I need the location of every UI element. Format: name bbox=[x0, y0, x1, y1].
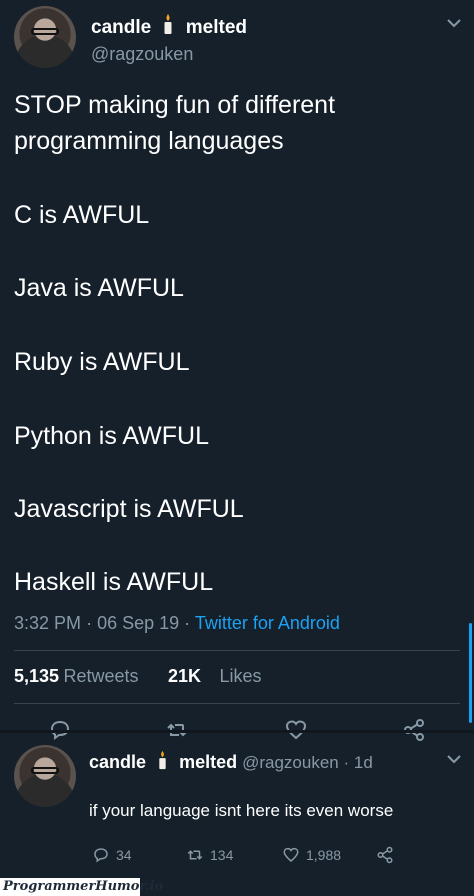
reply-handle-time[interactable]: @ragzouken · 1d bbox=[242, 753, 373, 772]
chevron-down-icon[interactable] bbox=[446, 752, 462, 764]
tweet-text-line: Javascript is AWFUL bbox=[14, 495, 244, 523]
reply-like-button[interactable]: 1,988 bbox=[282, 846, 341, 864]
reply-retweet-count: 134 bbox=[210, 847, 234, 863]
reply-reply-count: 34 bbox=[116, 847, 132, 863]
share-icon bbox=[377, 846, 393, 864]
watermark: ProgrammerHumor.io bbox=[0, 878, 163, 896]
likes-stat[interactable]: 21K Likes bbox=[168, 666, 262, 687]
reply-like-count: 1,988 bbox=[306, 847, 342, 863]
chevron-down-icon[interactable] bbox=[446, 16, 462, 28]
tweet-text-line: Java is AWFUL bbox=[14, 274, 184, 302]
divider bbox=[14, 650, 460, 651]
likes-label: Likes bbox=[219, 666, 262, 686]
reply-text: if your language isnt here its even wors… bbox=[89, 801, 394, 820]
tweet-text-line: Ruby is AWFUL bbox=[14, 348, 190, 376]
tweet-source-link[interactable]: Twitter for Android bbox=[195, 613, 340, 633]
tweet-date: 06 Sep 19 bbox=[97, 613, 180, 633]
likes-count: 21K bbox=[168, 666, 202, 686]
meta-separator: · bbox=[184, 613, 191, 633]
tweet-text-line: Python is AWFUL bbox=[14, 422, 209, 450]
reply-header: candle melted @ragzouken · 1d bbox=[89, 750, 373, 775]
retweet-icon bbox=[187, 850, 203, 860]
tweet-text-line: STOP making fun of different bbox=[14, 91, 336, 119]
reply-author-name-first[interactable]: candle bbox=[89, 752, 146, 772]
author-avatar[interactable] bbox=[14, 6, 76, 68]
reply-author-avatar[interactable] bbox=[14, 745, 76, 807]
author-name-first: candle bbox=[91, 17, 152, 38]
candle-icon bbox=[162, 13, 174, 41]
retweets-count: 5,135 bbox=[14, 666, 60, 686]
reply-retweet-button[interactable]: 134 bbox=[186, 846, 233, 864]
like-icon bbox=[283, 847, 299, 862]
divider bbox=[14, 703, 460, 704]
reply-share-button[interactable] bbox=[376, 846, 394, 864]
candle-icon bbox=[157, 750, 168, 775]
tweet-text-line: C is AWFUL bbox=[14, 201, 150, 229]
reply-icon bbox=[94, 848, 108, 863]
retweets-stat[interactable]: 5,135 Retweets bbox=[14, 666, 139, 687]
section-separator bbox=[0, 730, 474, 733]
tweet-time: 3:32 PM bbox=[14, 613, 82, 633]
tweet-text-line: programming languages bbox=[14, 127, 284, 155]
author-name[interactable]: candle melted bbox=[91, 13, 247, 41]
tweet-meta: 3:32 PM · 06 Sep 19 · Twitter for Androi… bbox=[14, 613, 340, 634]
retweets-label: Retweets bbox=[63, 666, 139, 686]
author-handle[interactable]: @ragzouken bbox=[91, 44, 193, 65]
reply-author-name-second[interactable]: melted bbox=[179, 752, 237, 772]
author-name-second: melted bbox=[185, 17, 248, 38]
scrollbar[interactable] bbox=[469, 623, 472, 723]
reply-reply-button[interactable]: 34 bbox=[92, 846, 132, 864]
tweet-text-line: Haskell is AWFUL bbox=[14, 568, 214, 596]
meta-separator: · bbox=[86, 613, 93, 633]
